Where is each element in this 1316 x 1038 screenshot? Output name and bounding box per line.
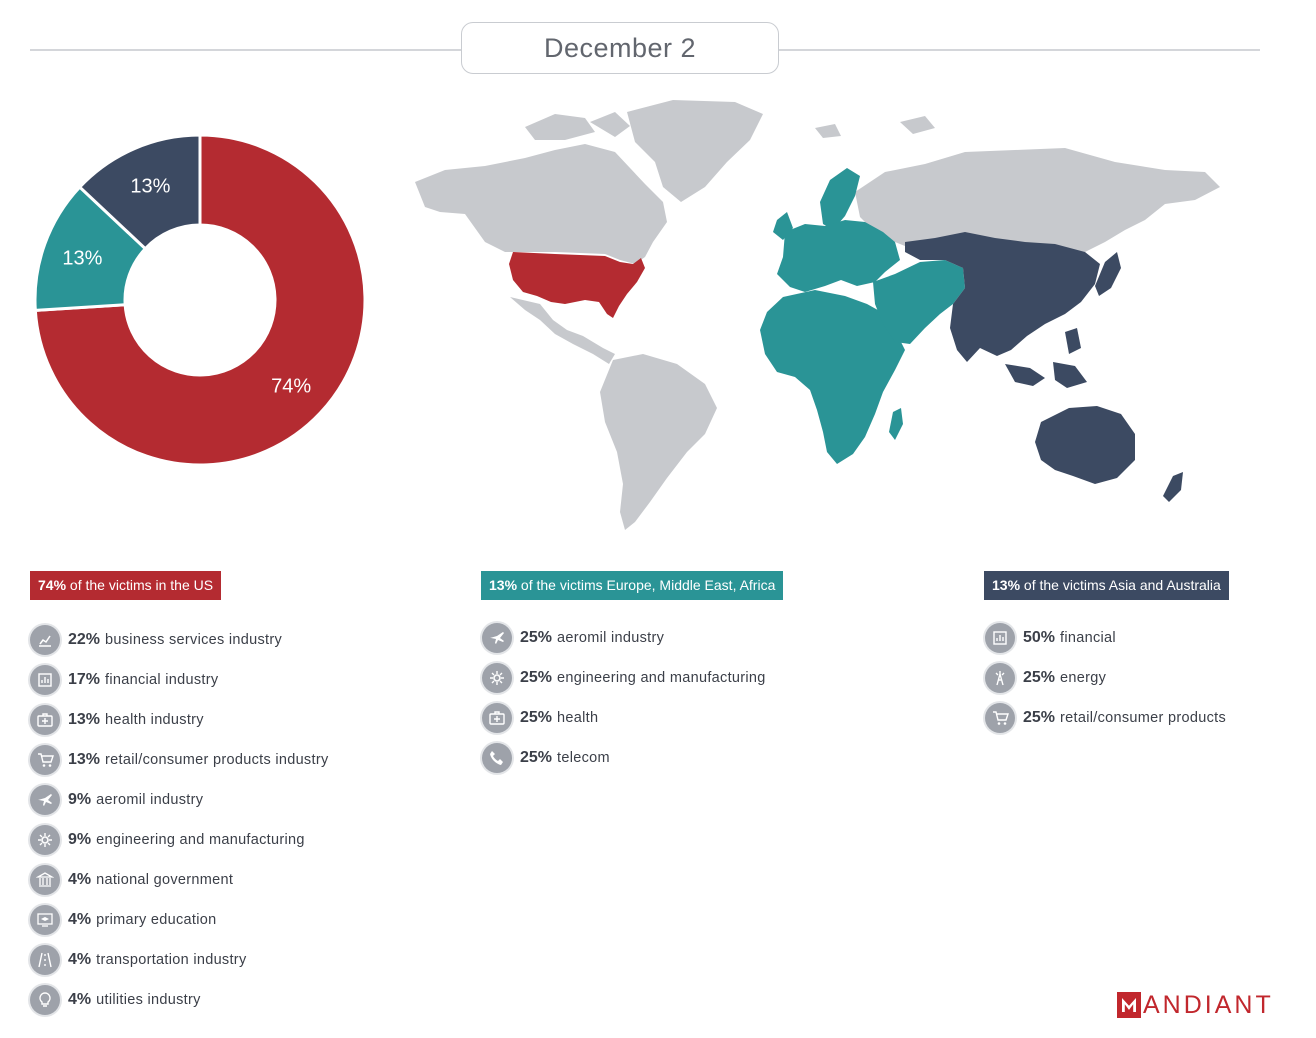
industry-label: health [557, 710, 599, 726]
industry-label: transportation industry [96, 952, 247, 968]
industry-percent: 17% [68, 671, 101, 688]
industry-percent: 25% [1023, 709, 1056, 726]
region-tag-text: of the victims Europe, Middle East, Afri… [520, 577, 776, 593]
industry-item: 13% retail/consumer products industry [30, 740, 329, 780]
industry-percent: 4% [68, 911, 92, 928]
region-tag-emea: 13% of the victims Europe, Middle East, … [481, 571, 784, 600]
industry-percent: 25% [520, 749, 553, 766]
industry-percent: 4% [68, 991, 92, 1008]
industry-item: 25% aeromil industry [482, 618, 766, 658]
region-tag-text: of the victims in the US [69, 577, 214, 593]
region-tag-us: 74% of the victims in the US [30, 571, 222, 600]
victims-donut-chart: 74% 13% 13% [33, 133, 367, 467]
canada [415, 144, 667, 264]
australia [1035, 406, 1135, 484]
tower-icon [985, 663, 1015, 693]
industry-percent: 4% [68, 871, 92, 888]
region-tag-pct: 74% [38, 577, 67, 593]
industry-item: 25% health [482, 698, 766, 738]
industry-item: 25% energy [985, 658, 1226, 698]
industry-list-us: 22% business services industry 17% financia… [30, 620, 329, 1020]
industry-label: business services industry [105, 632, 283, 648]
region-tag-apac: 13% of the victims Asia and Australia [984, 571, 1229, 600]
industry-percent: 25% [520, 669, 553, 686]
industry-percent: 9% [68, 791, 92, 808]
industry-percent: 25% [520, 629, 553, 646]
industry-percent: 13% [68, 711, 101, 728]
bulb-icon [30, 985, 60, 1015]
industry-item: 9% engineering and manufacturing [30, 820, 329, 860]
industry-label: primary education [96, 912, 217, 928]
industry-label: engineering and manufacturing [96, 832, 305, 848]
jet-icon [30, 785, 60, 815]
finance-icon [30, 665, 60, 695]
industry-percent: 4% [68, 951, 92, 968]
industry-label: aeromil industry [557, 630, 665, 646]
industry-percent: 22% [68, 631, 101, 648]
industry-label: national government [96, 872, 234, 888]
russia [855, 148, 1220, 252]
industry-item: 25% retail/consumer products [985, 698, 1226, 738]
industry-percent: 25% [520, 709, 553, 726]
mandiant-logo-mark [1117, 992, 1141, 1018]
header-divider-right [778, 49, 1260, 51]
industry-percent: 9% [68, 831, 92, 848]
phone-icon [482, 743, 512, 773]
government-icon [30, 865, 60, 895]
region-tag-text: of the victims Asia and Australia [1023, 577, 1221, 593]
industry-label: telecom [557, 750, 610, 766]
medkit-icon [482, 703, 512, 733]
industry-item: 4% national government [30, 860, 329, 900]
industry-percent: 13% [68, 751, 101, 768]
south-america [600, 354, 717, 530]
central-america [510, 297, 615, 364]
industry-percent: 25% [1023, 669, 1056, 686]
industry-list-emea: 25% aeromil industry 25% engineering and ma… [482, 618, 766, 778]
world-map [415, 100, 1220, 530]
education-icon [30, 905, 60, 935]
industry-label: retail/consumer products industry [105, 752, 329, 768]
industry-label: retail/consumer products [1060, 710, 1226, 726]
donut-slice-label: 13% [130, 175, 170, 197]
industry-label: engineering and manufacturing [557, 670, 766, 686]
scandinavia [820, 168, 860, 230]
industry-list-apac: 50% financial 25% energy 25% retail/consumer … [985, 618, 1226, 738]
donut-slice-label: 13% [62, 248, 102, 270]
date-title: December 2 [461, 22, 779, 74]
header-divider-left [30, 49, 462, 51]
industry-item: 25% engineering and manufacturing [482, 658, 766, 698]
industry-label: health industry [105, 712, 204, 728]
gear-icon [482, 663, 512, 693]
cart-icon [30, 745, 60, 775]
jet-icon [482, 623, 512, 653]
finance-icon [985, 623, 1015, 653]
industry-item: 9% aeromil industry [30, 780, 329, 820]
industry-percent: 50% [1023, 629, 1056, 646]
gear-icon [30, 825, 60, 855]
industry-item: 25% telecom [482, 738, 766, 778]
mandiant-logo-text: ANDIANT [1143, 990, 1274, 1019]
industry-item: 17% financial industry [30, 660, 329, 700]
cart-icon [985, 703, 1015, 733]
industry-item: 4% transportation industry [30, 940, 329, 980]
industry-item: 13% health industry [30, 700, 329, 740]
industry-label: energy [1060, 670, 1107, 686]
industry-label: utilities industry [96, 992, 201, 1008]
donut-slice-label: 74% [271, 376, 311, 398]
industry-label: financial industry [105, 672, 219, 688]
region-tag-pct: 13% [489, 577, 518, 593]
industry-label: aeromil industry [96, 792, 204, 808]
chart-icon [30, 625, 60, 655]
industry-item: 22% business services industry [30, 620, 329, 660]
mandiant-logo: ANDIANT [1117, 990, 1274, 1020]
industry-item: 4% primary education [30, 900, 329, 940]
industry-item: 50% financial [985, 618, 1226, 658]
region-tag-pct: 13% [992, 577, 1021, 593]
road-icon [30, 945, 60, 975]
industry-item: 4% utilities industry [30, 980, 329, 1020]
industry-label: financial [1060, 630, 1116, 646]
medkit-icon [30, 705, 60, 735]
